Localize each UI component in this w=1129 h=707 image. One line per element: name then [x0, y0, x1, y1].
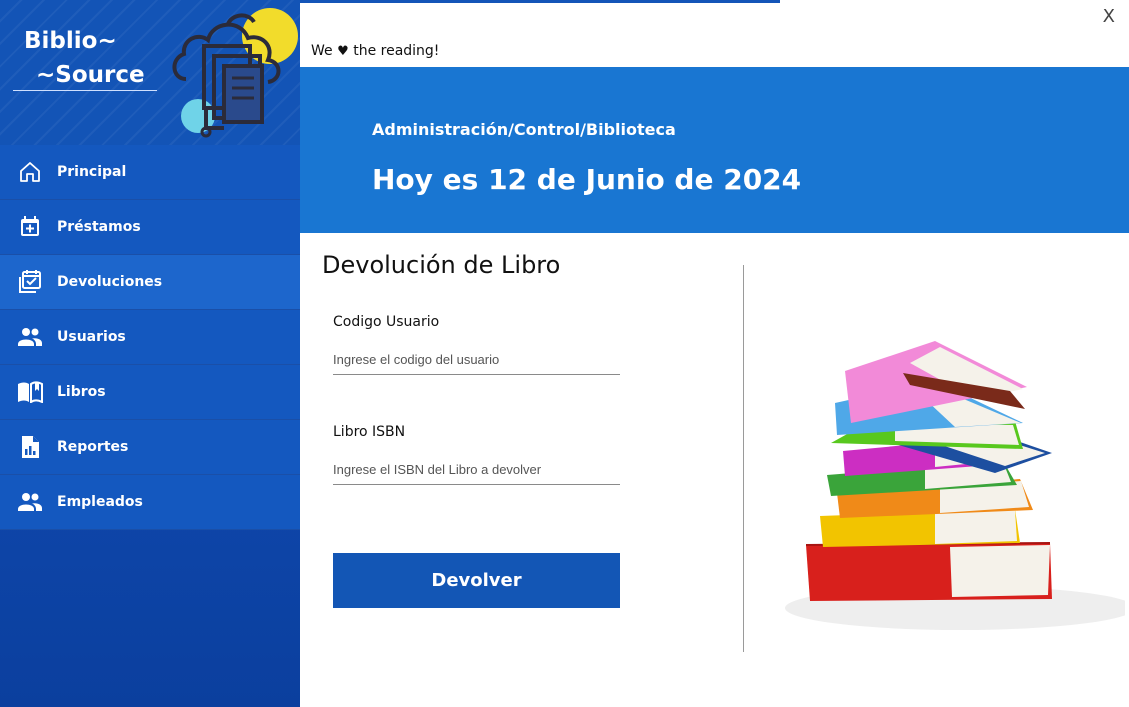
sidebar: Biblio~ ~Source Principal Préstamos Devo…	[0, 0, 300, 707]
page-title: Devolución de Libro	[322, 251, 561, 279]
breadcrumb: Administración/Control/Biblioteca	[372, 120, 676, 139]
heart-icon: ♥	[337, 44, 349, 59]
open-book-icon	[16, 378, 44, 406]
book-stack-image	[785, 341, 1125, 630]
brand-panel: Biblio~ ~Source	[0, 0, 300, 145]
sidebar-item-principal[interactable]: Principal	[0, 145, 300, 200]
sidebar-item-label: Usuarios	[57, 329, 126, 345]
sidebar-item-devoluciones[interactable]: Devoluciones	[0, 255, 300, 310]
header-banner: Administración/Control/Biblioteca Hoy es…	[300, 67, 1129, 233]
brand-title-line1: Biblio~	[24, 28, 117, 54]
sidebar-nav: Principal Préstamos Devoluciones Usuario…	[0, 145, 300, 530]
sidebar-item-label: Devoluciones	[57, 274, 163, 290]
return-button[interactable]: Devolver	[333, 553, 620, 608]
user-code-input[interactable]	[333, 345, 620, 375]
isbn-input[interactable]	[333, 455, 620, 485]
sidebar-item-empleados[interactable]: Empleados	[0, 475, 300, 530]
brand-title-line2: ~Source	[36, 62, 145, 88]
cloud-documents-logo-icon	[172, 8, 298, 138]
user-code-label: Codigo Usuario	[333, 314, 440, 330]
isbn-label: Libro ISBN	[333, 424, 406, 440]
sidebar-item-prestamos[interactable]: Préstamos	[0, 200, 300, 255]
date-heading: Hoy es 12 de Junio de 2024	[372, 163, 802, 196]
sidebar-item-usuarios[interactable]: Usuarios	[0, 310, 300, 365]
tagline-suffix: the reading!	[353, 43, 440, 59]
sidebar-item-label: Libros	[57, 384, 106, 400]
sidebar-item-reportes[interactable]: Reportes	[0, 420, 300, 475]
calendar-plus-icon	[16, 213, 44, 241]
calendar-check-icon	[16, 268, 44, 296]
home-icon	[16, 158, 44, 186]
sidebar-item-libros[interactable]: Libros	[0, 365, 300, 420]
sidebar-item-label: Préstamos	[57, 219, 141, 235]
title-bar: We ♥ the reading! X	[300, 0, 1129, 67]
title-accent-bar	[300, 0, 780, 3]
users-icon	[16, 488, 44, 516]
vertical-divider	[743, 265, 744, 652]
report-file-icon	[16, 433, 44, 461]
sidebar-item-label: Empleados	[57, 494, 143, 510]
close-button[interactable]: X	[1103, 6, 1115, 27]
main-content: Devolución de Libro Codigo Usuario Libro…	[300, 233, 1129, 707]
tagline-prefix: We	[311, 43, 333, 59]
brand-underline	[13, 90, 157, 91]
sidebar-item-label: Reportes	[57, 439, 129, 455]
sidebar-item-label: Principal	[57, 164, 127, 180]
tagline: We ♥ the reading!	[311, 43, 439, 59]
users-icon	[16, 323, 44, 351]
